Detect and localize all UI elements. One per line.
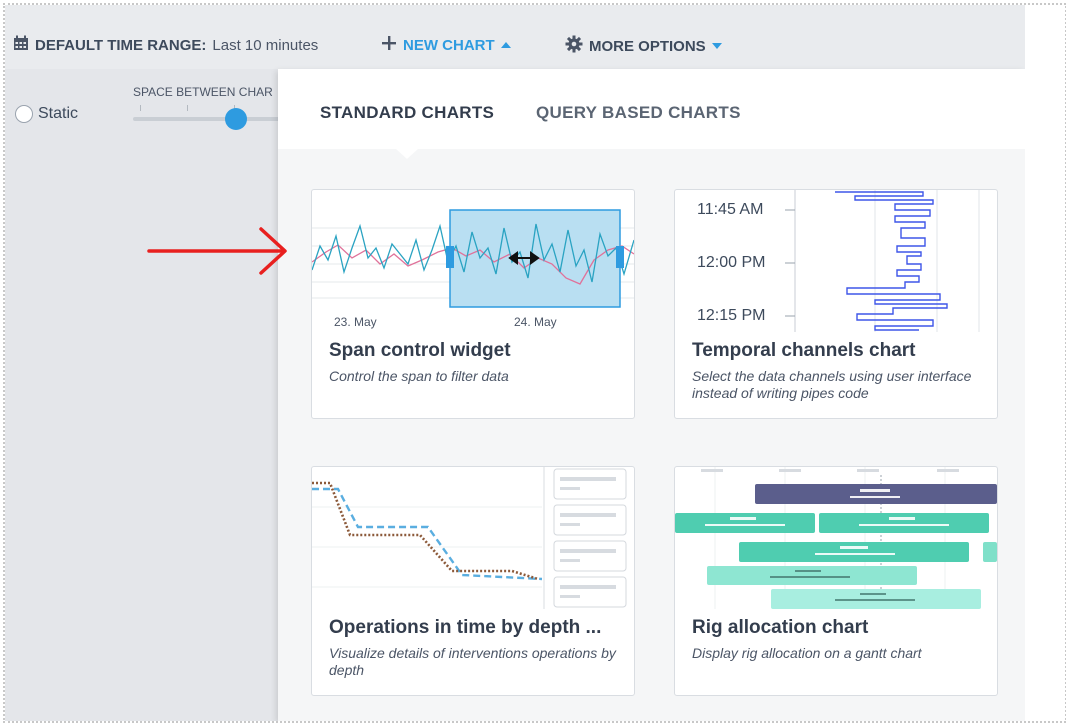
- chart-card-temporal-channels[interactable]: 11:45 AM 12:00 PM 12:15 PM Temporal chan…: [674, 189, 998, 419]
- space-slider-track[interactable]: [133, 117, 283, 121]
- span-axis-tick: 23. May: [334, 315, 377, 329]
- time-range-value[interactable]: Last 10 minutes: [212, 37, 318, 54]
- caret-up-icon: [500, 42, 511, 48]
- tab-query-based-charts[interactable]: QUERY BASED CHARTS: [536, 103, 741, 123]
- toolbar: DEFAULT TIME RANGE: Last 10 minutes NEW …: [5, 5, 1025, 69]
- space-slider-handle[interactable]: [225, 108, 247, 130]
- caret-down-icon: [711, 43, 722, 49]
- default-time-range[interactable]: DEFAULT TIME RANGE: Last 10 minutes: [13, 35, 318, 55]
- tab-standard-charts[interactable]: STANDARD CHARTS: [320, 103, 494, 123]
- span-control-thumbnail: 23. May 24. May: [312, 190, 634, 332]
- temporal-axis-tick: 11:45 AM: [697, 201, 763, 218]
- outer-margin: [1025, 5, 1065, 721]
- temporal-axis-tick: 12:00 PM: [697, 254, 765, 271]
- chart-card-operations-by-depth[interactable]: Operations in time by depth ... Visualiz…: [311, 466, 635, 696]
- new-chart-dropdown: STANDARD CHARTS QUERY BASED CHARTS 23. M…: [278, 69, 1025, 721]
- static-label: Static: [38, 105, 79, 122]
- chart-type-tabs: STANDARD CHARTS QUERY BASED CHARTS: [278, 69, 1025, 149]
- card-title: Temporal channels chart: [692, 340, 916, 361]
- span-axis-tick: 24. May: [514, 315, 557, 329]
- plus-icon: [381, 35, 397, 55]
- new-chart-label: NEW CHART: [403, 36, 495, 54]
- slider-tick: [187, 105, 188, 111]
- rig-allocation-thumbnail: [675, 467, 997, 609]
- gear-icon: [565, 35, 583, 57]
- more-options-button[interactable]: MORE OPTIONS: [565, 35, 722, 57]
- space-between-charts-label: SPACE BETWEEN CHAR: [133, 85, 273, 99]
- calendar-icon: [13, 35, 29, 55]
- time-range-label: DEFAULT TIME RANGE:: [35, 36, 207, 54]
- slider-tick: [140, 105, 141, 111]
- static-radio[interactable]: [15, 105, 33, 123]
- card-title: Span control widget: [329, 340, 511, 361]
- dashboard-app: DEFAULT TIME RANGE: Last 10 minutes NEW …: [5, 5, 1025, 721]
- active-tab-pointer: [396, 149, 418, 159]
- operations-by-depth-thumbnail: [312, 467, 634, 609]
- card-description: Visualize details of interventions opera…: [329, 645, 616, 678]
- chart-card-rig-allocation[interactable]: Rig allocation chart Display rig allocat…: [674, 466, 998, 696]
- static-radio-option[interactable]: Static: [15, 105, 78, 123]
- dashboard-settings-panel: [5, 69, 278, 721]
- temporal-channels-thumbnail: 11:45 AM 12:00 PM 12:15 PM: [675, 190, 997, 332]
- card-description: Control the span to filter data: [329, 368, 509, 384]
- card-title: Operations in time by depth ...: [329, 617, 602, 638]
- card-description: Display rig allocation on a gantt chart: [692, 645, 922, 661]
- temporal-axis-tick: 12:15 PM: [697, 307, 765, 324]
- new-chart-button[interactable]: NEW CHART: [381, 35, 511, 55]
- more-options-label: MORE OPTIONS: [589, 37, 706, 55]
- card-description: Select the data channels using user inte…: [692, 368, 972, 401]
- annotation-arrow-icon: [147, 227, 287, 275]
- chart-card-span-control[interactable]: 23. May 24. May Span control widget Cont…: [311, 189, 635, 419]
- card-title: Rig allocation chart: [692, 617, 869, 638]
